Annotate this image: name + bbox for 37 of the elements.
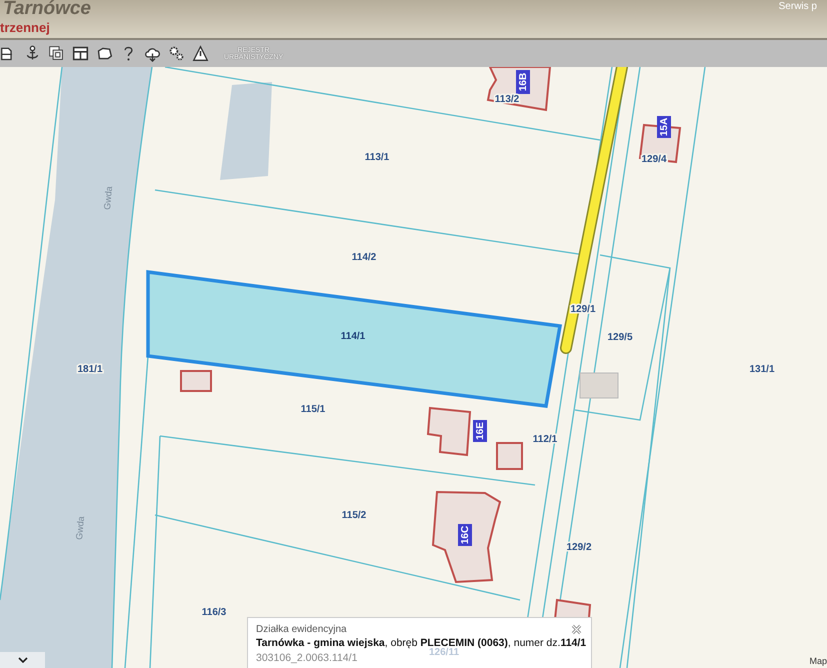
polygon-icon[interactable] xyxy=(96,45,113,62)
river-label: Gwda xyxy=(102,186,114,210)
site-subtitle: trzennej xyxy=(0,21,51,34)
building xyxy=(496,442,523,470)
parcel-number: 115/1 xyxy=(300,404,326,415)
popup-heading: Działka ewidencyjna xyxy=(256,624,347,635)
warning-icon[interactable] xyxy=(192,45,209,62)
site-title: Tarnówce xyxy=(2,0,91,18)
dropdown-toggle[interactable] xyxy=(0,652,45,668)
layout-icon[interactable] xyxy=(72,45,89,62)
parcel-number: 114/1 xyxy=(340,331,366,342)
anchor-icon[interactable] xyxy=(24,45,41,62)
service-link[interactable]: Serwis p xyxy=(778,1,817,12)
parcel-description: Tarnówka - gmina wiejska, obręb PLECEMIN (0063), numer dz.114/1 xyxy=(256,637,586,649)
settings-icon[interactable] xyxy=(168,45,185,62)
building-number: 15A xyxy=(657,116,671,138)
building-number: 16B xyxy=(516,70,530,94)
building-number: 16C xyxy=(458,524,472,546)
building-number: 16E xyxy=(473,420,487,442)
parcel-number: 131/1 xyxy=(749,364,775,375)
chevron-down-icon xyxy=(18,657,28,663)
parcel-number: 181/1 xyxy=(77,364,103,375)
parcel-number: 129/5 xyxy=(607,332,633,343)
building xyxy=(180,370,212,392)
parcel-number: 115/2 xyxy=(342,510,366,521)
river-label: Gwda xyxy=(74,516,86,540)
building xyxy=(426,406,472,456)
parcel-number: 114/2 xyxy=(352,252,376,263)
structure xyxy=(580,372,618,398)
parcel-number: 126/11 xyxy=(429,647,460,658)
parcel-number: 116/3 xyxy=(202,607,226,618)
parcel-identifier: 303106_2.0063.114/1 xyxy=(256,652,358,664)
map-attribution: Map xyxy=(809,656,827,666)
close-icon[interactable] xyxy=(570,623,583,636)
parcel-number: 113/1 xyxy=(364,152,390,163)
parcel-number: 113/2 xyxy=(494,94,520,105)
layers-icon[interactable] xyxy=(48,45,65,62)
